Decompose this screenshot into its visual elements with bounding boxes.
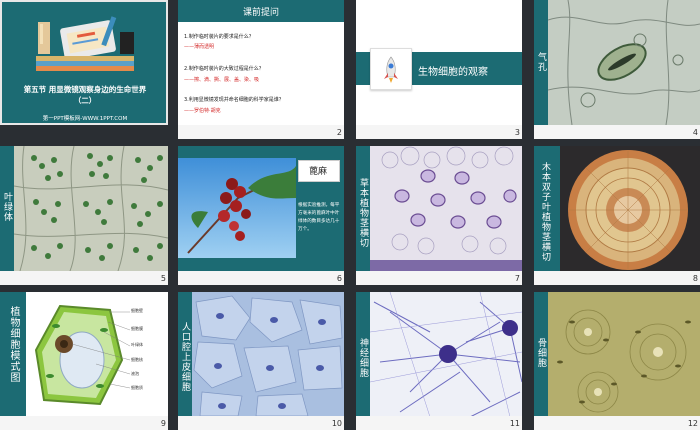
slide-8-content: 木本双子叶植物茎横切 — [534, 146, 700, 271]
slide-thumbnail-12[interactable]: 骨细胞 12 — [534, 292, 700, 430]
slide-1-content: 第五节 用显微镜观察身边的生命世界 （二） 第一PPT模板网-WWW.1PPT.… — [2, 2, 166, 123]
slide-4-footer-bar: 4 — [534, 125, 700, 139]
slide-7-footer-bar: 7 — [356, 271, 522, 285]
slide-number: 9 — [160, 419, 166, 428]
slide-8-label: 木本双子叶植物茎横切 — [540, 162, 550, 262]
slide-3-icon-box — [370, 48, 412, 90]
slide-thumbnail-3[interactable]: 生物细胞的观察 3 — [356, 0, 522, 139]
cell-part-label: 细胞壁 — [131, 308, 143, 313]
slide-1-footer: 第一PPT模板网-WWW.1PPT.COM — [42, 116, 128, 122]
woody-stem-micrograph — [560, 146, 700, 271]
slide-2-answer-2: ——擦、滴、撕、展、盖、染、吸 — [184, 77, 260, 83]
slide-1-subtitle: （二） — [73, 96, 97, 105]
slide-2-question-2: 2.制作临时装片的大致过程是什么？ — [184, 66, 264, 72]
slide-number: 6 — [336, 274, 342, 283]
slide-2-answer-3: ——罗伯特·胡克 — [184, 108, 221, 114]
slide-7-content: 草本植物茎横切 — [356, 146, 522, 271]
slide-thumbnail-9[interactable]: 植物细胞模式图 细胞壁 细胞膜 叶绿体 细胞核 液泡 细胞质 9 — [0, 292, 168, 430]
slide-10-footer-bar: 10 — [178, 416, 344, 430]
slide-2-header: 课前提问 — [242, 8, 279, 18]
neuron-micrograph — [370, 292, 522, 417]
slide-11-label: 神经细胞 — [358, 338, 368, 378]
cell-part-label: 叶绿体 — [131, 342, 143, 347]
slide-thumbnail-5[interactable]: 叶绿体 5 — [0, 146, 168, 285]
slide-12-footer-bar: 12 — [534, 416, 700, 430]
slide-5-content: 叶绿体 — [0, 146, 168, 271]
slide-6-title: 蓖麻 — [308, 167, 327, 177]
slide-2-content: 课前提问 1.制作临时装片的要求是什么？ ——薄而透明 2.制作临时装片的大致过… — [178, 0, 344, 125]
slide-thumbnail-10[interactable]: 人口腔上皮细胞 10 — [178, 292, 344, 430]
slide-number: 3 — [514, 128, 520, 137]
slide-thumbnail-11[interactable]: 神经细胞 11 — [356, 292, 522, 430]
slide-4-label: 气孔 — [536, 52, 546, 72]
slide-9-content: 植物细胞模式图 细胞壁 细胞膜 叶绿体 细胞核 液泡 细胞质 — [0, 292, 168, 417]
slide-9-footer-bar: 9 — [0, 416, 168, 430]
slide-thumbnail-4[interactable]: 气孔 4 — [534, 0, 700, 139]
slide-6-footer-bar: 6 — [178, 271, 344, 285]
slide-4-content: 气孔 — [534, 0, 700, 125]
slide-5-footer-bar: 5 — [0, 271, 168, 285]
slide-number: 10 — [331, 419, 342, 428]
slide-thumbnail-6[interactable]: 蓖麻 根据实验推测，每平方毫米的蓖麻叶中叶绿体的数目多达几十万个。 6 — [178, 146, 344, 285]
cell-part-label: 细胞质 — [131, 385, 143, 390]
slide-number: 5 — [160, 274, 166, 283]
castor-plant-photo — [178, 158, 296, 258]
slide-9-label: 植物细胞模式图 — [8, 306, 19, 383]
slide-12-label: 骨细胞 — [536, 338, 546, 368]
slide-2-answer-1: ——薄而透明 — [184, 44, 215, 50]
slide-thumbnail-7[interactable]: 草本植物茎横切 7 — [356, 146, 522, 285]
plant-cell-diagram — [34, 304, 130, 406]
slide-1-title: 第五节 用显微镜观察身边的生命世界 — [23, 85, 147, 94]
slide-number: 12 — [687, 419, 698, 428]
slide-number: 4 — [692, 128, 698, 137]
slide-2-footer-bar: 2 — [178, 125, 344, 139]
slide-11-footer-bar: 11 — [356, 416, 522, 430]
slide-thumbnail-1[interactable]: 第五节 用显微镜观察身边的生命世界 （二） 第一PPT模板网-WWW.1PPT.… — [0, 0, 168, 125]
slide-number: 11 — [509, 419, 520, 428]
slide-10-label: 人口腔上皮细胞 — [180, 322, 190, 392]
slide-3-footer-bar: 3 — [356, 125, 522, 139]
rocket-icon — [384, 56, 398, 83]
slide-5-label: 叶绿体 — [2, 192, 12, 222]
slide-6-description: 根据实验推测，每平方毫米的蓖麻叶中叶绿体的数目多达几十万个。 — [298, 203, 340, 232]
slide-10-content: 人口腔上皮细胞 — [178, 292, 344, 417]
slide-number: 8 — [692, 274, 698, 283]
cheek-cell-micrograph — [192, 292, 344, 417]
slide-7-label: 草本植物茎横切 — [358, 178, 368, 248]
stomata-micrograph — [548, 0, 700, 125]
slide-2-question-3: 3.利用显微镜发现并命名细胞的科学家是谁？ — [184, 97, 284, 103]
slide-11-content: 神经细胞 — [356, 292, 522, 417]
laptop-books-illustration — [36, 16, 134, 71]
slide-thumbnail-8[interactable]: 木本双子叶植物茎横切 8 — [534, 146, 700, 285]
slide-number: 7 — [514, 274, 520, 283]
bone-cell-micrograph — [548, 292, 700, 417]
cell-part-label: 细胞膜 — [131, 326, 143, 331]
slide-number: 2 — [336, 128, 342, 137]
slide-8-footer-bar: 8 — [534, 271, 700, 285]
cell-part-label: 细胞核 — [131, 357, 143, 362]
slide-thumbnail-2[interactable]: 课前提问 1.制作临时装片的要求是什么？ ——薄而透明 2.制作临时装片的大致过… — [178, 0, 344, 139]
slide-12-content: 骨细胞 — [534, 292, 700, 417]
slide-3-content: 生物细胞的观察 — [356, 0, 522, 125]
slide-6-content: 蓖麻 根据实验推测，每平方毫米的蓖麻叶中叶绿体的数目多达几十万个。 — [178, 146, 344, 271]
herbaceous-stem-micrograph — [370, 146, 522, 271]
cell-part-label: 液泡 — [131, 371, 139, 376]
slide-3-title: 生物细胞的观察 — [418, 67, 488, 78]
slide-2-question-1: 1.制作临时装片的要求是什么？ — [184, 34, 254, 40]
chloroplast-micrograph — [14, 146, 168, 271]
